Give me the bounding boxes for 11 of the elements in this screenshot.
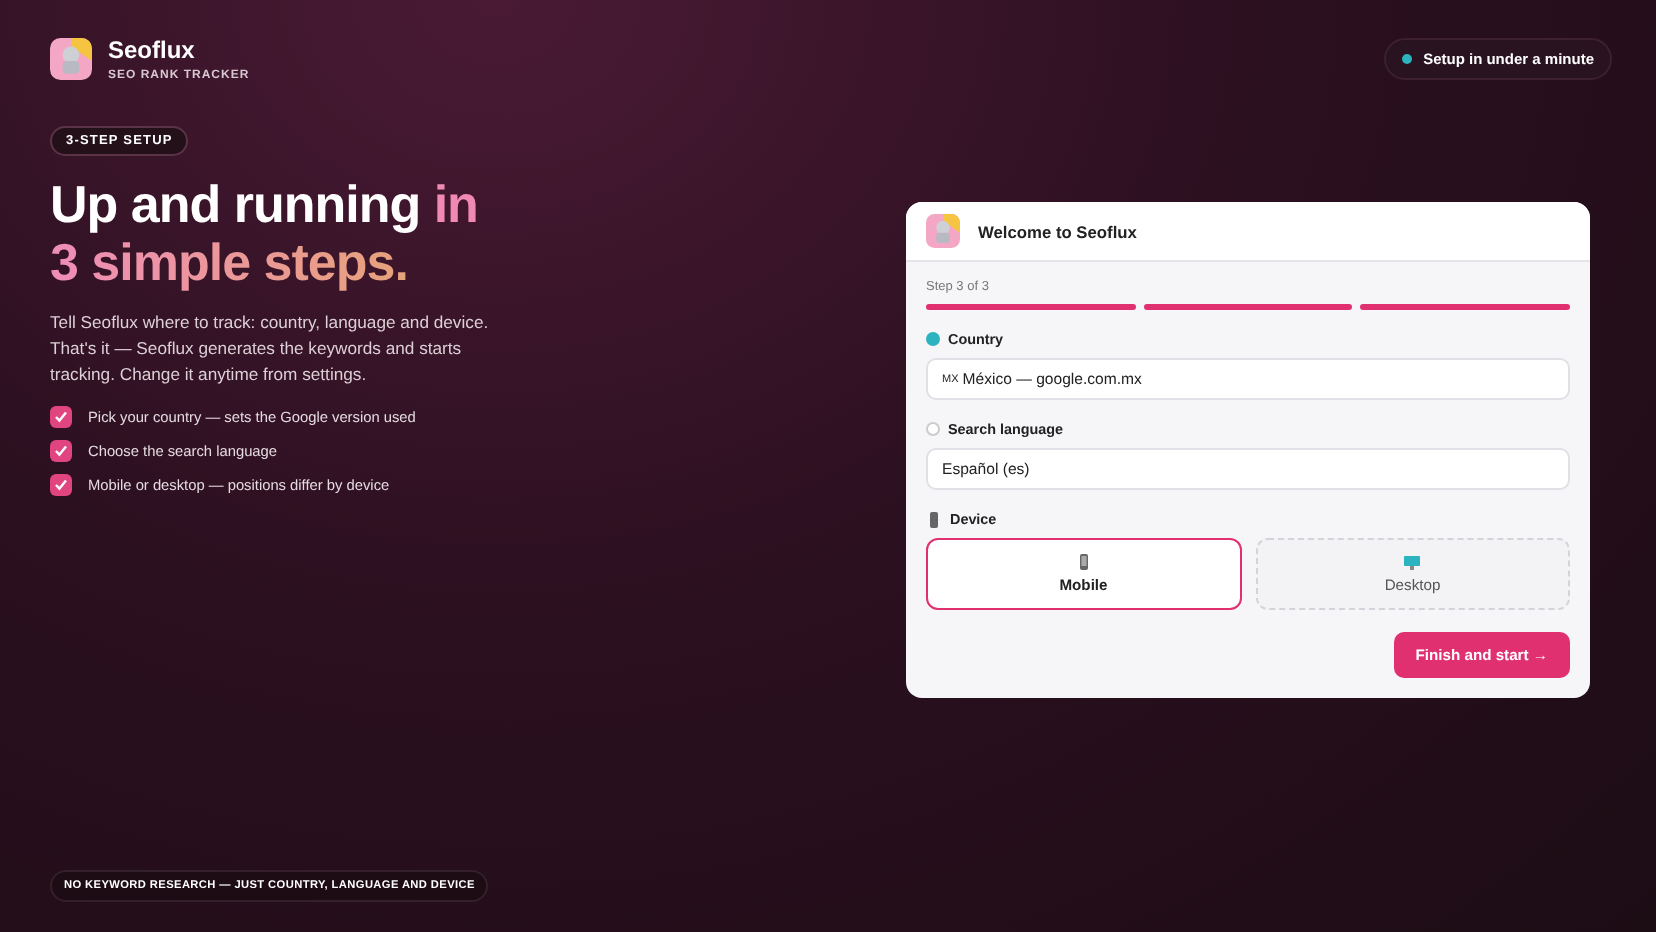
headline: Up and running in 3 simple steps. <box>50 176 480 292</box>
checkbox[interactable] <box>50 440 72 462</box>
phone-icon <box>926 511 942 527</box>
app-logo-icon <box>926 214 960 248</box>
app-logo-icon <box>50 38 92 80</box>
monitor-icon <box>1404 554 1421 570</box>
description: Tell Seoflux where to track: country, language and device. That's it — Seoflux generates the keywords and starts tracking. Change it anytime from settings. <box>50 310 491 388</box>
checkbox[interactable] <box>50 406 72 428</box>
dialog-title: Welcome to Seoflux <box>978 221 1137 241</box>
brand-name: Seoflux <box>108 36 197 64</box>
checkbox[interactable] <box>50 474 72 496</box>
